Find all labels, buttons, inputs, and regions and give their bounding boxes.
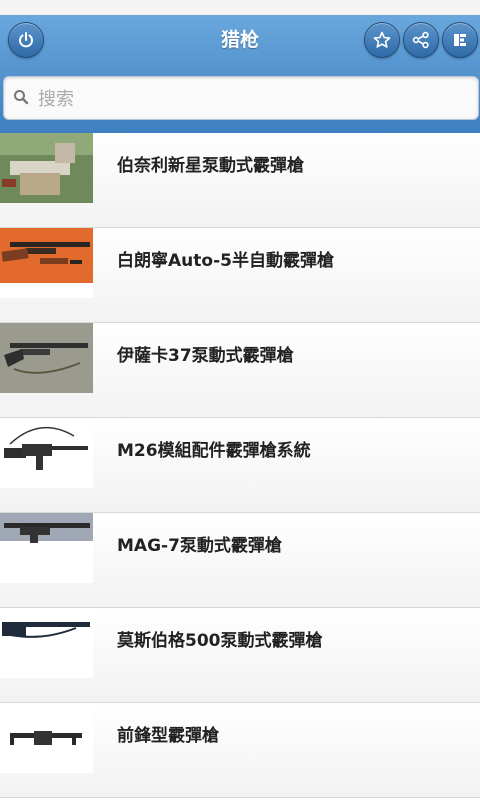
share-button[interactable] — [403, 22, 439, 58]
item-label: MAG-7泵動式霰彈槍 — [117, 536, 282, 556]
search-icon — [14, 90, 29, 105]
list-item[interactable]: 伊薩卡37泵動式霰彈槍 — [0, 323, 480, 418]
list-item[interactable]: 莫斯伯格500泵動式霰彈槍 — [0, 608, 480, 703]
item-label: 伯奈利新星泵動式霰彈槍 — [117, 156, 304, 176]
menu-icon — [454, 34, 466, 46]
list-item[interactable]: MAG-7泵動式霰彈槍 — [0, 513, 480, 608]
item-thumbnail — [0, 703, 93, 773]
list-item[interactable]: 白朗寧Auto-5半自動霰彈槍 — [0, 228, 480, 323]
item-label: M26模組配件霰彈槍系統 — [117, 441, 311, 461]
list-item[interactable]: M26模組配件霰彈槍系統 — [0, 418, 480, 513]
search-input[interactable] — [36, 77, 470, 121]
gun-list: 伯奈利新星泵動式霰彈槍 白朗寧Auto-5半自動霰彈槍 伊薩卡37泵動式霰彈槍 … — [0, 133, 480, 798]
share-icon — [412, 31, 429, 49]
item-label: 伊薩卡37泵動式霰彈槍 — [117, 346, 294, 366]
item-thumbnail — [0, 133, 93, 203]
item-thumbnail — [0, 228, 93, 298]
list-item[interactable]: 前鋒型霰彈槍 — [0, 703, 480, 798]
item-label: 白朗寧Auto-5半自動霰彈槍 — [117, 251, 334, 271]
item-thumbnail — [0, 608, 93, 678]
list-item[interactable]: 伯奈利新星泵動式霰彈槍 — [0, 133, 480, 228]
item-thumbnail — [0, 418, 93, 488]
status-bar — [0, 0, 480, 15]
menu-button[interactable] — [442, 22, 478, 58]
star-icon — [373, 31, 391, 48]
app-header: 猎枪 — [0, 15, 480, 133]
search-bar — [3, 76, 479, 121]
item-thumbnail — [0, 513, 93, 583]
item-thumbnail — [0, 323, 93, 393]
item-label: 莫斯伯格500泵動式霰彈槍 — [117, 631, 323, 651]
item-label: 前鋒型霰彈槍 — [117, 726, 219, 746]
favorite-button[interactable] — [364, 22, 400, 58]
